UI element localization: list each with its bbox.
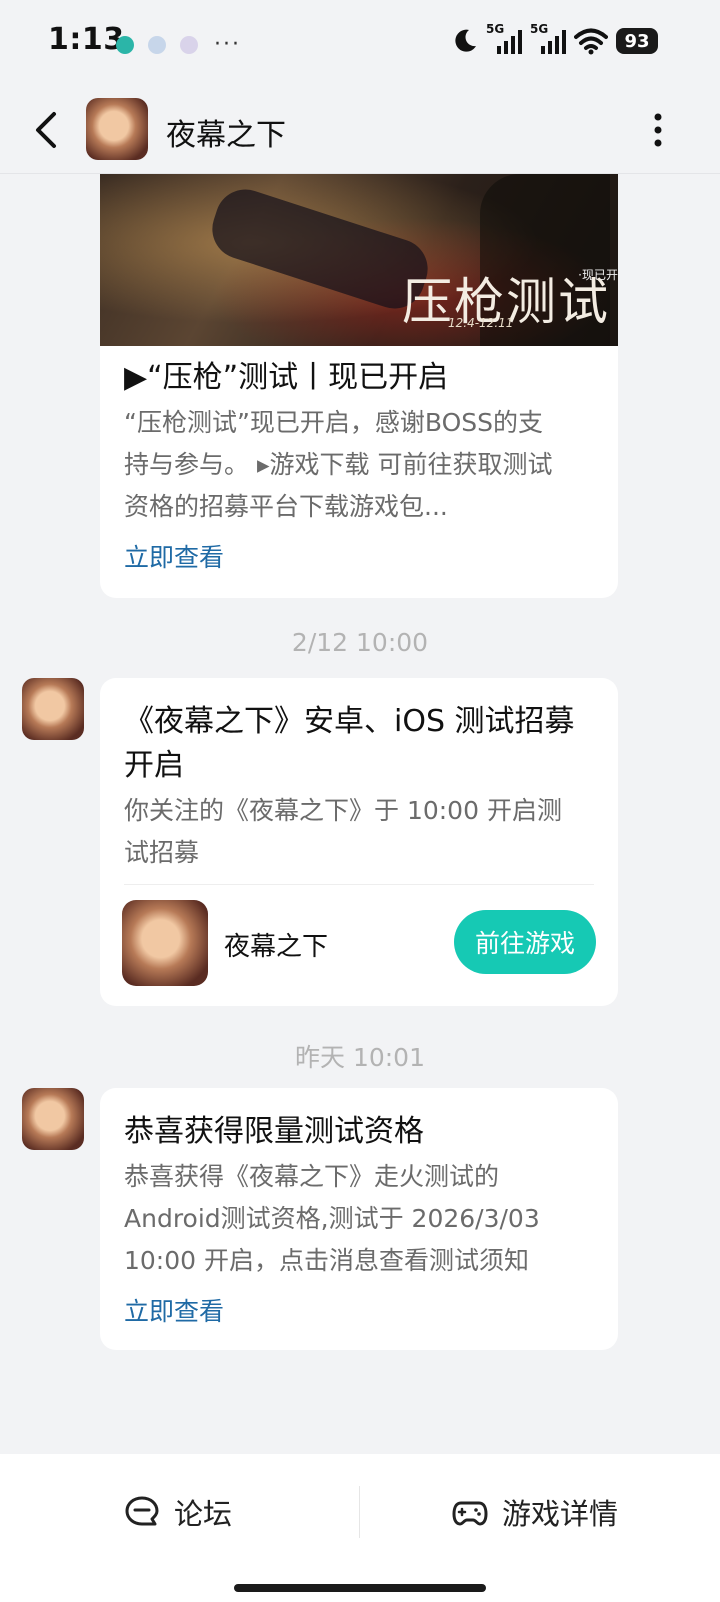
app-notification-icon — [148, 35, 166, 54]
chat-header: 夜幕之下 — [0, 86, 720, 174]
status-icons: 5G 5G 93 — [452, 22, 658, 56]
more-options-icon[interactable] — [652, 112, 664, 148]
message-card[interactable]: 《夜幕之下》安卓、iOS 测试招募 开启 你关注的《夜幕之下》于 10:00 开… — [100, 678, 618, 1006]
moon-icon — [455, 29, 476, 52]
message-feed[interactable]: ·现已开 压枪测试 12.4-12.11 ▶“压枪”测试丨现已开启 “压枪测试”… — [0, 174, 720, 1454]
gamepad-icon — [452, 1501, 488, 1526]
view-now-link[interactable]: 立即查看 — [124, 1292, 224, 1328]
message-title-line: 《夜幕之下》安卓、iOS 测试招募 — [124, 704, 575, 739]
page-title: 夜幕之下 — [166, 118, 286, 153]
message-body-line: 你关注的《夜幕之下》于 10:00 开启测 — [124, 796, 562, 825]
game-avatar[interactable] — [86, 98, 148, 160]
message-body-line: 持与参与。 ▸游戏下载 可前往获取测试 — [124, 450, 553, 479]
view-now-link[interactable]: 立即查看 — [124, 538, 224, 574]
timestamp-label: 昨天 10:01 — [295, 1043, 425, 1072]
battery-indicator: 93 — [616, 28, 658, 54]
message-body-line: “压枪测试”现已开启，感谢BOSS的支 — [124, 408, 544, 437]
message-body-line: 试招募 — [124, 838, 200, 867]
bottom-tab-bar: 论坛 游戏详情 — [0, 1454, 720, 1602]
signal-icon: 5G — [486, 22, 522, 56]
notification-icons: ··· — [116, 32, 241, 57]
timestamp-label: 2/12 10:00 — [291, 628, 429, 657]
game-name: 夜幕之下 — [224, 932, 329, 962]
signal-icon: 5G — [530, 22, 566, 56]
app-notification-icon — [180, 35, 198, 54]
game-details-tab[interactable]: 游戏详情 — [452, 1486, 618, 1538]
message-body-line: Android测试资格,测试于 2026/3/03 — [124, 1204, 540, 1233]
divider — [124, 884, 594, 885]
home-indicator[interactable] — [234, 1584, 486, 1592]
wifi-icon — [574, 28, 608, 55]
go-to-game-button[interactable]: 前往游戏 — [454, 910, 596, 974]
message-title: ▶“压枪”测试丨现已开启 — [124, 360, 449, 395]
tab-divider — [359, 1486, 360, 1538]
game-details-tab-label: 游戏详情 — [502, 1497, 619, 1531]
banner-dates: 12.4-12.11 — [448, 316, 514, 330]
back-arrow-icon[interactable] — [28, 106, 68, 154]
banner-illustration — [204, 181, 436, 317]
message-card[interactable]: 恭喜获得限量测试资格 恭喜获得《夜幕之下》走火测试的 Android测试资格,测… — [100, 1088, 618, 1350]
promo-banner-image[interactable]: ·现已开 压枪测试 12.4-12.11 — [100, 174, 618, 346]
message-title-line: 开启 — [124, 748, 184, 783]
message-card[interactable]: ·现已开 压枪测试 12.4-12.11 ▶“压枪”测试丨现已开启 “压枪测试”… — [100, 174, 618, 598]
message-title: 恭喜获得限量测试资格 — [124, 1114, 424, 1149]
status-time: 1:13 — [48, 22, 125, 57]
sender-avatar[interactable] — [22, 678, 84, 740]
app-notification-icon — [116, 35, 134, 54]
game-icon[interactable] — [122, 900, 208, 986]
message-body-line: 资格的招募平台下载游戏包... — [124, 492, 448, 521]
sender-avatar[interactable] — [22, 1088, 84, 1150]
message-body-line: 10:00 开启，点击消息查看测试须知 — [124, 1246, 529, 1275]
message-body-line: 恭喜获得《夜幕之下》走火测试的 — [124, 1162, 500, 1191]
forum-tab[interactable]: 论坛 — [124, 1486, 232, 1538]
status-bar: 1:13 ··· 5G 5G 93 — [0, 0, 720, 86]
forum-tab-label: 论坛 — [174, 1497, 233, 1531]
more-notifications-icon: ··· — [214, 32, 241, 57]
forum-chat-icon — [125, 1496, 159, 1526]
